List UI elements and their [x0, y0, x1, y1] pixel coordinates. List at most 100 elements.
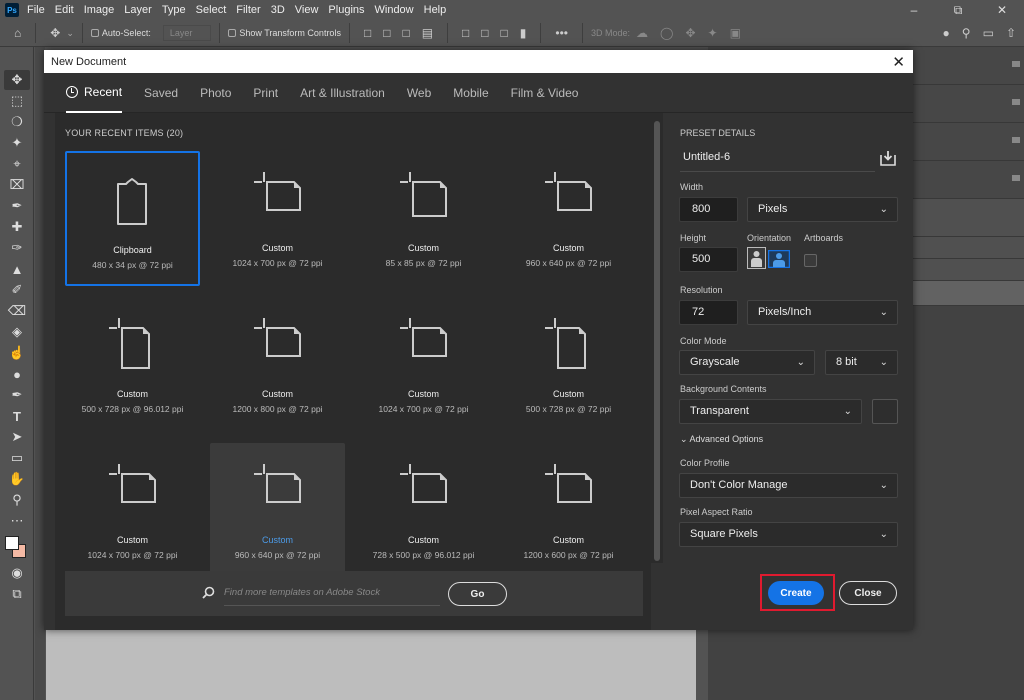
- 3d-pan-icon[interactable]: ✥: [685, 26, 695, 40]
- bit-depth-select[interactable]: 8 bit ⌄: [825, 350, 898, 375]
- distribute-icon[interactable]: ▤: [422, 26, 433, 40]
- tab-photo[interactable]: Photo: [200, 73, 231, 113]
- artboards-checkbox[interactable]: [804, 254, 817, 267]
- close-button[interactable]: Close: [839, 581, 897, 605]
- hand-tool-icon[interactable]: ✋: [4, 469, 30, 489]
- create-button[interactable]: Create: [768, 581, 824, 605]
- eraser-tool-icon[interactable]: ⌫: [4, 301, 30, 321]
- save-preset-icon[interactable]: [879, 149, 897, 167]
- history-brush-tool-icon[interactable]: ✐: [4, 280, 30, 300]
- recent-item[interactable]: Custom 1024 x 700 px @ 72 ppi: [356, 297, 491, 432]
- tab-print[interactable]: Print: [253, 73, 278, 113]
- share-icon[interactable]: ⇧: [1006, 26, 1016, 40]
- menu-plugins[interactable]: Plugins: [328, 4, 364, 16]
- dodge-tool-icon[interactable]: ●: [4, 364, 30, 384]
- path-selection-tool-icon[interactable]: ➤: [4, 427, 30, 447]
- menu-filter[interactable]: Filter: [236, 4, 260, 16]
- menu-window[interactable]: Window: [375, 4, 414, 16]
- menu-file[interactable]: File: [27, 4, 45, 16]
- move-tool-icon[interactable]: ✥: [50, 26, 60, 40]
- canvas[interactable]: [46, 630, 696, 700]
- quick-mask-icon[interactable]: ◉: [4, 563, 30, 583]
- recent-item[interactable]: Custom 500 x 728 px @ 96.012 ppi: [65, 297, 200, 432]
- tab-web[interactable]: Web: [407, 73, 431, 113]
- user-icon[interactable]: ●: [943, 26, 950, 40]
- align-middle-icon[interactable]: □: [481, 26, 488, 40]
- pixel-aspect-select[interactable]: Square Pixels ⌄: [679, 522, 898, 547]
- restore-button[interactable]: ⧉: [936, 0, 980, 20]
- recent-item[interactable]: Custom 85 x 85 px @ 72 ppi: [356, 151, 491, 286]
- 3d-orbit-icon[interactable]: ☁: [636, 26, 648, 40]
- zoom-tool-icon[interactable]: ⚲: [4, 490, 30, 510]
- tab-art-illustration[interactable]: Art & Illustration: [300, 73, 385, 113]
- menu-help[interactable]: Help: [424, 4, 447, 16]
- crop-tool-icon[interactable]: ⌖: [4, 154, 30, 174]
- background-select[interactable]: Transparent ⌄: [679, 399, 862, 424]
- menu-view[interactable]: View: [295, 4, 319, 16]
- width-unit-select[interactable]: Pixels ⌄: [747, 197, 898, 222]
- workspace-icon[interactable]: ▭: [983, 26, 994, 40]
- recent-item[interactable]: Custom 1200 x 600 px @ 72 ppi: [501, 443, 636, 578]
- recent-item[interactable]: Custom 960 x 640 px @ 72 ppi: [210, 443, 345, 578]
- type-tool-icon[interactable]: T: [4, 406, 30, 426]
- healing-brush-tool-icon[interactable]: ✚: [4, 217, 30, 237]
- menu-edit[interactable]: Edit: [55, 4, 74, 16]
- eyedropper-tool-icon[interactable]: ✒: [4, 196, 30, 216]
- 3d-camera-icon[interactable]: ▣: [730, 26, 741, 40]
- more-tools-icon[interactable]: ⋯: [4, 511, 30, 531]
- height-input[interactable]: 500: [679, 247, 738, 272]
- tab-recent[interactable]: Recent: [66, 73, 123, 113]
- align-right-icon[interactable]: □: [402, 26, 409, 40]
- layer-select[interactable]: Layer: [162, 25, 212, 41]
- scrollbar[interactable]: [651, 113, 663, 563]
- portrait-orientation-icon[interactable]: [747, 247, 766, 269]
- more-options-button[interactable]: •••: [555, 26, 568, 40]
- recent-item[interactable]: Custom 1024 x 700 px @ 72 ppi: [65, 443, 200, 578]
- menu-select[interactable]: Select: [196, 4, 227, 16]
- home-icon[interactable]: ⌂: [14, 26, 21, 40]
- color-mode-select[interactable]: Grayscale ⌄: [679, 350, 815, 375]
- recent-item[interactable]: Custom 728 x 500 px @ 96.012 ppi: [356, 443, 491, 578]
- magic-wand-tool-icon[interactable]: ✦: [4, 133, 30, 153]
- landscape-orientation-icon[interactable]: [768, 250, 790, 268]
- window-close-button[interactable]: ✕: [980, 0, 1024, 20]
- marquee-tool-icon[interactable]: ⬚: [4, 91, 30, 111]
- document-name-input[interactable]: Untitled-6: [680, 151, 875, 172]
- minimize-button[interactable]: –: [892, 0, 936, 20]
- resolution-unit-select[interactable]: Pixels/Inch ⌄: [747, 300, 898, 325]
- 3d-roll-icon[interactable]: ◯: [660, 26, 673, 40]
- frame-tool-icon[interactable]: ⌧: [4, 175, 30, 195]
- resolution-input[interactable]: 72: [679, 300, 738, 325]
- align-left-icon[interactable]: □: [364, 26, 371, 40]
- advanced-options-toggle[interactable]: ⌄ Advanced Options: [680, 434, 763, 445]
- distribute-vertical-icon[interactable]: ▮: [520, 26, 527, 40]
- color-profile-select[interactable]: Don't Color Manage ⌄: [679, 473, 898, 498]
- show-transform-checkbox[interactable]: [228, 29, 237, 37]
- brush-tool-icon[interactable]: ✑: [4, 238, 30, 258]
- stamp-tool-icon[interactable]: ▲: [4, 259, 30, 279]
- pen-tool-icon[interactable]: ✒: [4, 385, 30, 405]
- menu-image[interactable]: Image: [84, 4, 115, 16]
- align-bottom-icon[interactable]: □: [501, 26, 508, 40]
- 3d-slide-icon[interactable]: ✦: [708, 26, 718, 40]
- width-input[interactable]: 800: [679, 197, 738, 222]
- recent-item[interactable]: Custom 1024 x 700 px @ 72 ppi: [210, 151, 345, 286]
- align-top-icon[interactable]: □: [462, 26, 469, 40]
- paint-bucket-tool-icon[interactable]: ◈: [4, 322, 30, 342]
- align-center-icon[interactable]: □: [383, 26, 390, 40]
- screen-mode-icon[interactable]: ⧉: [4, 584, 30, 604]
- background-color-swatch[interactable]: [872, 399, 898, 424]
- smudge-tool-icon[interactable]: ☝: [4, 343, 30, 363]
- rectangle-tool-icon[interactable]: ▭: [4, 448, 30, 468]
- tab-mobile[interactable]: Mobile: [453, 73, 488, 113]
- dialog-close-icon[interactable]: ✕: [892, 53, 905, 71]
- recent-item[interactable]: Custom 1200 x 800 px @ 72 ppi: [210, 297, 345, 432]
- recent-item[interactable]: Custom 960 x 640 px @ 72 ppi: [501, 151, 636, 286]
- tab-film-video[interactable]: Film & Video: [511, 73, 579, 113]
- color-swatches[interactable]: [0, 532, 33, 562]
- move-tool-icon[interactable]: ✥: [4, 70, 30, 90]
- menu-3d[interactable]: 3D: [271, 4, 285, 16]
- go-button[interactable]: Go: [448, 582, 507, 606]
- search-icon[interactable]: ⚲: [962, 26, 971, 40]
- recent-item[interactable]: Custom 500 x 728 px @ 72 ppi: [501, 297, 636, 432]
